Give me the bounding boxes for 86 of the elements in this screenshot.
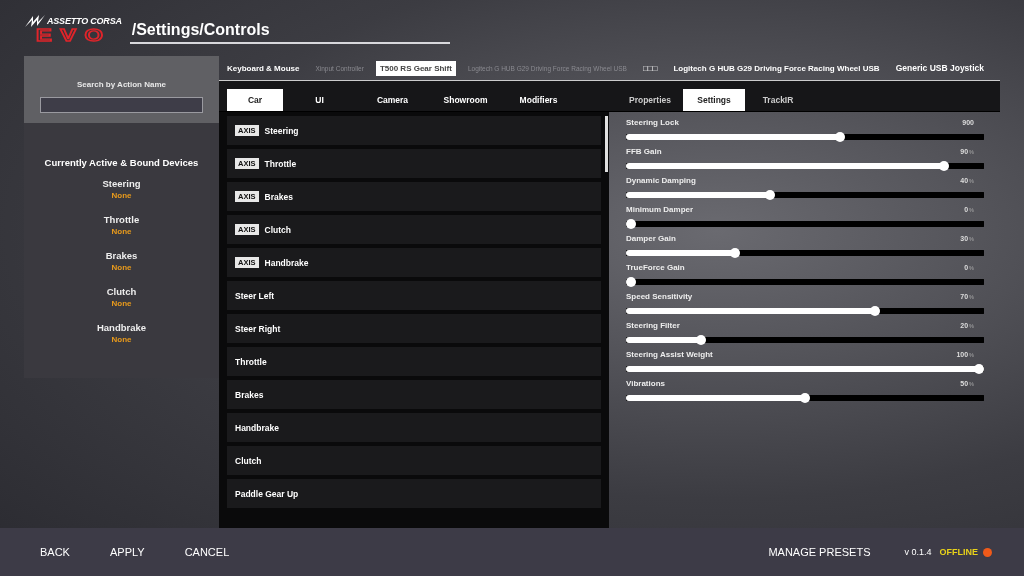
footer-button[interactable]: BACK: [40, 546, 70, 558]
action-label: Brakes: [264, 191, 293, 202]
action-row[interactable]: Steer Left: [227, 281, 601, 310]
action-label: Paddle Gear Up: [235, 488, 299, 499]
slider-thumb[interactable]: [974, 364, 984, 374]
slider-label: FFB Gain: [626, 147, 662, 156]
slider-track[interactable]: [626, 306, 984, 316]
slider-track[interactable]: [626, 248, 984, 258]
action-label: Clutch: [264, 224, 291, 235]
action-label: Clutch: [235, 455, 262, 466]
slider-track[interactable]: [626, 132, 984, 142]
slider-thumb[interactable]: [695, 335, 706, 345]
slider-thumb[interactable]: [834, 132, 845, 142]
action-row[interactable]: Clutch: [227, 446, 601, 475]
slider-track[interactable]: [626, 219, 984, 229]
slider-track[interactable]: [626, 393, 984, 403]
search-label: Search by Action Name: [76, 80, 167, 89]
slider-thumb[interactable]: [730, 248, 741, 258]
status-dot: [983, 547, 992, 557]
action-label: Handbrake: [235, 422, 279, 433]
action-label: Steering: [264, 125, 299, 136]
action-label: Steer Left: [235, 290, 275, 301]
bound-device-value: None: [111, 335, 132, 344]
settings-tab[interactable]: Properties: [617, 89, 683, 111]
action-label: Brakes: [235, 389, 264, 400]
action-label: Handbrake: [264, 257, 309, 268]
slider-label: Steering Lock: [626, 118, 679, 127]
footer-button[interactable]: APPLY: [109, 546, 145, 558]
slider-thumb[interactable]: [939, 161, 950, 171]
bound-device-value: None: [111, 263, 132, 272]
version-text: v 0.1.4: [904, 547, 932, 557]
action-row[interactable]: Paddle Gear Up: [227, 479, 601, 508]
manage-presets-button[interactable]: MANAGE PRESETS: [768, 546, 871, 558]
action-row[interactable]: Throttle: [227, 347, 601, 376]
action-label: Throttle: [264, 158, 297, 169]
bound-action-name: Brakes: [105, 250, 138, 261]
bound-device-value: None: [111, 299, 132, 308]
bound-action-name: Clutch: [106, 286, 137, 297]
slider-track[interactable]: [626, 364, 984, 374]
page-title: /Settings/Controls: [130, 21, 271, 40]
slider-label: Speed Sensitivity: [626, 292, 693, 301]
settings-tab[interactable]: TrackIR: [745, 89, 811, 111]
slider-label: TrueForce Gain: [626, 263, 685, 272]
bound-device-value: None: [111, 191, 132, 200]
category-tab[interactable]: Showroom: [429, 89, 502, 111]
slider-track[interactable]: [626, 335, 984, 345]
slider-track[interactable]: [626, 190, 984, 200]
footer-button[interactable]: CANCEL: [184, 546, 230, 558]
action-row[interactable]: Brakes: [227, 380, 601, 409]
category-tab[interactable]: Modifiers: [502, 89, 575, 111]
device-tab[interactable]: □□□: [638, 60, 662, 76]
bound-devices-title: Currently Active & Bound Devices: [44, 157, 199, 168]
bound-action-name: Throttle: [103, 214, 140, 225]
slider-track[interactable]: [626, 161, 984, 171]
slider-thumb[interactable]: [626, 219, 636, 229]
scrollbar-thumb[interactable]: [605, 116, 608, 172]
slider-thumb[interactable]: [800, 393, 810, 403]
logo-text: ASSETTO CORSA: [47, 16, 122, 26]
slider-label: Dynamic Damping: [626, 176, 696, 185]
slider-label: Steering Assist Weight: [626, 350, 713, 359]
slider-thumb[interactable]: [626, 277, 636, 287]
action-label: Steer Right: [235, 323, 281, 334]
bound-action-name: Steering: [102, 178, 141, 189]
action-label: Throttle: [235, 356, 267, 367]
bound-action-name: Handbrake: [96, 322, 147, 333]
slider-label: Vibrations: [626, 379, 665, 388]
category-tab[interactable]: Car: [227, 89, 283, 111]
device-tab[interactable]: Generic USB Joystick: [891, 60, 988, 76]
slider-label: Damper Gain: [626, 234, 676, 243]
slider-label: Minimum Damper: [626, 205, 694, 214]
slider-track[interactable]: [626, 277, 984, 287]
device-tab[interactable]: T500 RS Gear Shift: [375, 60, 456, 76]
action-row[interactable]: Steer Right: [227, 314, 601, 343]
device-tab[interactable]: Keyboard & Mouse: [223, 60, 304, 76]
device-tab[interactable]: Logitech G HUB G29 Driving Force Racing Wheel USB: [669, 60, 884, 76]
slider-thumb[interactable]: [869, 306, 880, 316]
status-text: OFFLINE: [939, 547, 978, 557]
slider-thumb[interactable]: [765, 190, 776, 200]
settings-tab[interactable]: Settings: [683, 89, 745, 111]
action-row[interactable]: Handbrake: [227, 413, 601, 442]
category-tab[interactable]: Camera: [356, 89, 429, 111]
logo-evo-text: EVO: [36, 28, 112, 44]
bound-device-value: None: [111, 227, 132, 236]
search-field[interactable]: [40, 97, 203, 113]
category-tab[interactable]: UI: [283, 89, 356, 111]
slider-label: Steering Filter: [626, 321, 680, 330]
